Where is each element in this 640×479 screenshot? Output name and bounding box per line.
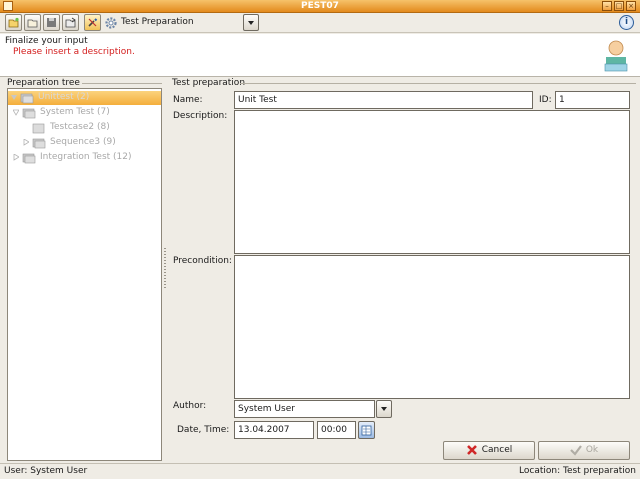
tree-node-sequence3[interactable]: Sequence3 (9) [8,136,161,150]
calendar-button[interactable] [358,421,375,439]
folder-stack-icon [20,93,34,104]
status-bar: User: System User Location: Test prepara… [0,463,640,479]
precondition-label: Precondition: [173,256,232,266]
folder-stack-icon [22,153,36,164]
testcase-icon [32,123,45,134]
id-label: ID: [539,95,552,105]
folder-stack-icon [32,138,46,149]
window-title: PEST07 [301,1,339,11]
export-icon [65,17,76,28]
toolbar: Test Preparation i [0,13,640,33]
group-divider [240,83,636,84]
test-preparation-title: Test preparation [172,78,246,88]
tree-node-label: Unittest (2) [38,92,90,102]
id-field[interactable]: 1 [555,91,630,109]
tree-node-label: Testcase2 (8) [50,122,110,132]
tree-node-system-test[interactable]: System Test (7) [8,106,161,120]
datetime-label: Date, Time: [177,425,230,435]
expand-toggle-icon[interactable] [13,109,19,117]
info-icon[interactable]: i [619,15,634,30]
close-button[interactable]: × [626,1,636,11]
tools-icon [88,18,98,27]
cancel-button[interactable]: Cancel [443,441,535,460]
ok-label: Ok [585,445,599,455]
maximize-button[interactable]: □ [614,1,624,11]
tree-node-testcase2[interactable]: Testcase2 (8) [8,121,161,135]
name-field[interactable]: Unit Test [234,91,533,109]
tree-node-unittest[interactable]: Unittest (2) [8,91,161,105]
tree-node-label: Integration Test (12) [40,152,132,162]
ok-button[interactable]: Ok [538,441,630,460]
collapse-toggle-icon[interactable] [23,139,29,147]
open-icon [27,19,38,28]
mode-dropdown-button[interactable] [243,14,259,31]
preparation-tree-title: Preparation tree [7,78,80,88]
precondition-textarea[interactable] [234,255,630,399]
collapse-toggle-icon[interactable] [13,154,19,162]
save-button[interactable] [43,14,60,31]
calendar-icon [361,425,372,436]
export-button[interactable] [62,14,79,31]
open-button[interactable] [24,14,41,31]
tools-button[interactable] [84,14,101,31]
cancel-label: Cancel [481,445,513,455]
author-select[interactable]: System User [234,400,375,418]
title-bar: PEST07 – □ × [0,0,640,13]
checkmark-icon [570,444,582,456]
description-textarea[interactable] [234,110,630,254]
new-button[interactable] [5,14,22,31]
name-label: Name: [173,95,203,105]
author-label: Author: [173,401,207,411]
mode-label: Test Preparation [121,17,194,27]
preparation-tree-panel: Preparation tree Unittest (2) System Tes… [4,78,162,462]
message-text: Please insert a description. [13,47,135,57]
message-panel: Finalize your input Please insert a desc… [0,34,640,77]
tree-node-integration-test[interactable]: Integration Test (12) [8,151,161,165]
tree-node-label: System Test (7) [40,107,110,117]
description-label: Description: [173,111,228,121]
preparation-tree[interactable]: Unittest (2) System Test (7) Testcase2 (… [7,88,162,461]
cancel-icon [466,444,477,455]
new-icon [8,17,19,28]
user-avatar-icon [604,40,628,72]
date-field[interactable]: 13.04.2007 [234,421,314,439]
status-location: Location: Test preparation [519,466,636,476]
tree-node-label: Sequence3 (9) [50,137,116,147]
folder-stack-icon [22,108,36,119]
expand-toggle-icon[interactable] [11,94,17,102]
test-preparation-panel: Test preparation Name: Unit Test ID: 1 D… [168,78,636,462]
time-field[interactable]: 00:00 [317,421,356,439]
author-dropdown-button[interactable] [376,400,392,418]
panel-splitter[interactable] [163,78,167,462]
group-divider [82,83,162,84]
minimize-button[interactable]: – [602,1,612,11]
gear-icon [105,17,117,29]
status-user: User: System User [4,466,88,476]
message-title: Finalize your input [5,36,88,46]
save-icon [47,18,56,27]
